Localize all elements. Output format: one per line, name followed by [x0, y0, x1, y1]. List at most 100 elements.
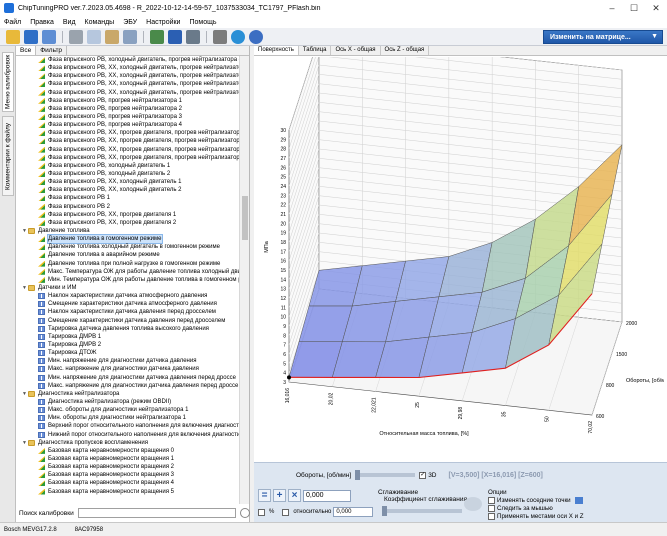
tree-item[interactable]: Фаза впрыскного РВ, прогрев нейтрализато…: [16, 105, 240, 113]
tree-item[interactable]: Макс. Температура ОЖ для работы давление…: [16, 268, 240, 276]
option-neighbors[interactable]: Изменять соседние точки: [488, 497, 584, 505]
tree-item[interactable]: Смещение характеристики датчика давления…: [16, 317, 240, 325]
tree-item[interactable]: Фаза впрыскного РВ, ХХ, прогрев двигател…: [16, 154, 240, 162]
vtab-file-comments[interactable]: Комментарии к файлу: [2, 116, 14, 196]
compare-icon[interactable]: [150, 29, 164, 44]
tree-item[interactable]: Фаза впрыскного РВ, ХХ, холодный двигате…: [16, 80, 240, 88]
speed-slider[interactable]: [355, 470, 416, 480]
multiply-value-button[interactable]: ×: [288, 489, 301, 502]
tree-item[interactable]: Фаза впрыскного РВ, ХХ, холодный двигате…: [16, 64, 240, 72]
help-icon[interactable]: [249, 29, 263, 44]
smooth-apply-icon[interactable]: [464, 497, 482, 511]
tree-item[interactable]: Базовая карта неравномерности вращения 4: [16, 479, 240, 487]
undo-icon[interactable]: [123, 29, 137, 44]
tree-item[interactable]: Базовая карта неравномерности вращения 5: [16, 487, 240, 495]
tree-item[interactable]: Фаза впрыскного РВ, ХХ, холодный двигате…: [16, 72, 240, 80]
grid-icon[interactable]: [574, 497, 583, 504]
matrix-change-dropdown[interactable]: Изменить на матрице... ▼: [543, 30, 663, 44]
tree-item[interactable]: Тарировка ДТОЖ: [16, 349, 240, 357]
percent-checkbox[interactable]: [258, 508, 265, 516]
tab-axis-x[interactable]: Ось X - общая: [331, 46, 381, 55]
tree-folder[interactable]: ▼ Диагностика нейтрализатора: [16, 390, 240, 398]
tab-surface[interactable]: Поверхность: [254, 46, 299, 55]
slider-knob[interactable]: [355, 470, 361, 480]
option-swap-axes[interactable]: Применять местами оси X и Z: [488, 513, 584, 521]
navigate-icon[interactable]: [168, 29, 182, 44]
set-value-button[interactable]: =: [258, 489, 271, 502]
tree-scrollbar[interactable]: [239, 56, 249, 504]
tree-item[interactable]: Наклон характеристики датчика давления п…: [16, 308, 240, 316]
tree-item[interactable]: Фаза впрыскного РВ, ХХ, холодный двигате…: [16, 178, 240, 186]
smoothing-knob[interactable]: [382, 506, 387, 516]
tree-item[interactable]: Давление топлива в аварийном режиме: [16, 251, 240, 259]
menu-settings[interactable]: Настройки: [146, 19, 180, 26]
save-as-icon[interactable]: [42, 29, 56, 44]
tree-item[interactable]: Давление топлива в гомогенном режиме: [16, 234, 240, 245]
tree-item[interactable]: Фаза впрыскного РВ, холодный двигатель 1: [16, 162, 240, 170]
tab-all[interactable]: Все: [16, 46, 37, 55]
surface-chart[interactable]: Давление топлива в гомогенном режиме3456…: [254, 57, 664, 464]
tree-item[interactable]: Фаза впрыскного РВ, ХХ, прогрев двигател…: [16, 219, 240, 227]
menu-file[interactable]: Файл: [4, 19, 21, 26]
tree-item[interactable]: Базовая карта неравномерности вращения 3: [16, 471, 240, 479]
menu-view[interactable]: Вид: [63, 19, 76, 26]
relative-value-input[interactable]: 0,000: [333, 507, 374, 517]
tree-item[interactable]: Фаза впрыскного РВ, ХХ, прогрев двигател…: [16, 211, 240, 219]
maximize-button[interactable]: ☐: [623, 0, 645, 16]
tree-folder[interactable]: ▼ Давление топлива: [16, 227, 240, 235]
scrollbar-thumb[interactable]: [242, 196, 248, 240]
tree-item[interactable]: Наклон характеристики датчика атмосферно…: [16, 292, 240, 300]
tree-item[interactable]: Фаза впрыскного РВ, ХХ, холодный двигате…: [16, 89, 240, 97]
tree-item[interactable]: Смещение характеристики датчика атмосфер…: [16, 300, 240, 308]
minimize-button[interactable]: –: [601, 0, 623, 16]
tree-item[interactable]: Макс. напряжение для диагностики датчика…: [16, 365, 240, 373]
option-swap-axes-checkbox[interactable]: [488, 513, 495, 521]
menu-edit[interactable]: Правка: [30, 19, 54, 26]
tree-item[interactable]: Фаза впрыскного РВ, прогрев нейтрализато…: [16, 97, 240, 105]
option-follow-mouse[interactable]: Следить за мышью: [488, 505, 584, 513]
tree-item[interactable]: Базовая карта неравномерности вращения 2: [16, 463, 240, 471]
search-input[interactable]: [77, 508, 236, 518]
value-input[interactable]: 0,000: [303, 489, 351, 502]
open-folder-icon[interactable]: [6, 29, 20, 44]
menu-commands[interactable]: Команды: [85, 19, 115, 26]
tree-item[interactable]: Мин. напряжение для диагностики датчика …: [16, 357, 240, 365]
tree-item[interactable]: Мин. Температура ОЖ для работы давление …: [16, 276, 240, 284]
tree-item[interactable]: Фаза впрыскного РВ, ХХ, прогрев двигател…: [16, 129, 240, 137]
tree-item[interactable]: Давление топлива при полной нагрузке в г…: [16, 260, 240, 268]
tree-item[interactable]: Макс. напряжение для диагностики датчика…: [16, 382, 240, 390]
print-icon[interactable]: [69, 29, 83, 44]
tree-item[interactable]: Диагностика нейтрализатора (режим OBDII): [16, 398, 240, 406]
tree-item[interactable]: Тарировка ДМРВ 1: [16, 333, 240, 341]
tree-item[interactable]: Фаза впрыскного РВ, ХХ, холодный двигате…: [16, 186, 240, 194]
tree-item[interactable]: Тарировка датчика давления топлива высок…: [16, 325, 240, 333]
tree-item[interactable]: Фаза впрыскного РВ, холодный двигатель, …: [16, 56, 240, 64]
tree-item[interactable]: Мин. напряжение для диагностики датчика …: [16, 373, 240, 381]
option-neighbors-checkbox[interactable]: [488, 497, 495, 504]
tree-item[interactable]: Нижний порог относительного наполнения д…: [16, 430, 240, 438]
tree-item[interactable]: Фаза впрыскного РВ 2: [16, 203, 240, 211]
tree-folder[interactable]: ▼ Диагностика пропусков воспламенения: [16, 439, 240, 447]
tree-item[interactable]: Фаза впрыскного РВ, ХХ, прогрев двигател…: [16, 146, 240, 154]
relative-checkbox[interactable]: [282, 508, 290, 516]
tree-item[interactable]: Давление топлива холодный двигатель в го…: [16, 243, 240, 251]
globe-icon[interactable]: [231, 29, 245, 44]
search-icon[interactable]: [239, 508, 250, 518]
checksum-icon[interactable]: [186, 29, 200, 44]
tree-item[interactable]: Мин. обороты для диагностики нейтрализат…: [16, 414, 240, 422]
tree-folder[interactable]: ▼ Датчики и ИМ: [16, 284, 240, 292]
menu-ecu[interactable]: ЭБУ: [123, 19, 137, 26]
tree-item[interactable]: Фаза впрыскного РВ, прогрев нейтрализато…: [16, 121, 240, 129]
copy-icon[interactable]: [87, 29, 101, 44]
tree-item[interactable]: Верхний порог относительного наполнения …: [16, 422, 240, 430]
vtab-calibration-menu[interactable]: Меню калибровок: [2, 52, 14, 112]
tools-icon[interactable]: [213, 29, 227, 44]
tab-table[interactable]: Таблица: [299, 46, 332, 55]
smoothing-slider[interactable]: [382, 506, 462, 516]
tab-axis-z[interactable]: Ось Z - общая: [381, 46, 430, 55]
tree-item[interactable]: Макс. обороты для диагностики нейтрализа…: [16, 406, 240, 414]
checkbox-3d[interactable]: [419, 471, 427, 479]
tree-item[interactable]: Фаза впрыскного РВ, холодный двигатель 2: [16, 170, 240, 178]
tree-item[interactable]: Базовая карта неравномерности вращения 0: [16, 447, 240, 455]
paste-icon[interactable]: [105, 29, 119, 44]
